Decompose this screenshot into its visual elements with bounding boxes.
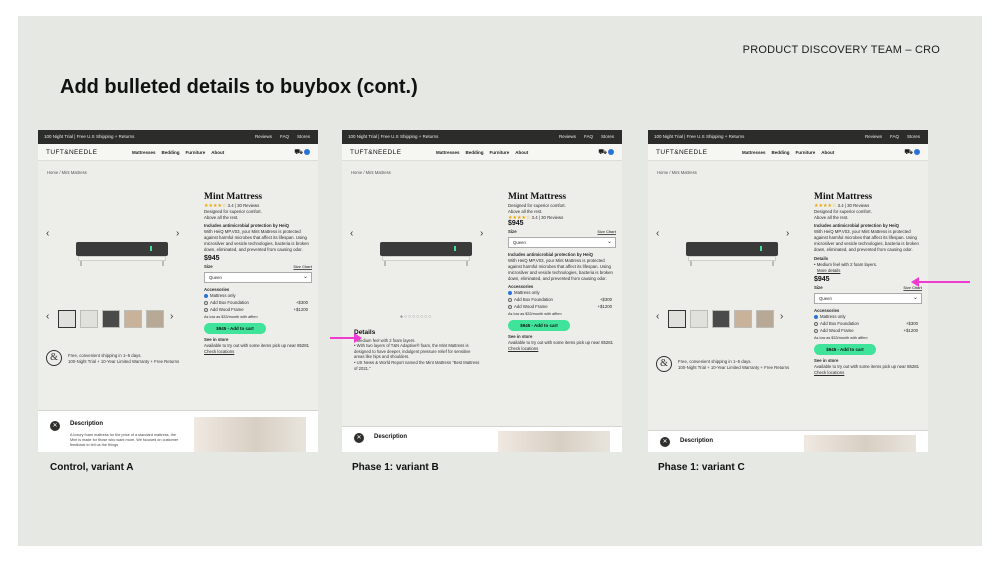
- arrow-left-icon: [911, 277, 970, 287]
- product-gallery: ‹ ›: [656, 180, 806, 290]
- description-section: ✕ Description A luxury foam mattress for…: [38, 410, 318, 452]
- cart-icon[interactable]: ⛟: [294, 148, 310, 157]
- ampersand-logo-icon: &: [656, 356, 672, 372]
- nav-furniture[interactable]: Furniture: [186, 150, 206, 155]
- add-to-cart-button[interactable]: $945 - Add to cart: [814, 344, 876, 355]
- size-select[interactable]: Queen: [508, 237, 616, 248]
- breadcrumb[interactable]: Home / Mint Mattress: [47, 170, 87, 175]
- buybox: Mint Mattress Designed for superior comf…: [508, 192, 616, 352]
- site-logo[interactable]: TUFT&NEEDLE: [656, 149, 707, 156]
- thumbnail[interactable]: [690, 310, 708, 328]
- thumbnail[interactable]: [102, 310, 120, 328]
- reviews-link[interactable]: Reviews: [255, 134, 272, 139]
- lifestyle-image: [498, 431, 610, 452]
- reviews-link[interactable]: Reviews: [559, 134, 576, 139]
- option-box-foundation[interactable]: Add Box Foundation +$300: [204, 300, 312, 307]
- site-nav: TUFT&NEEDLE Mattresses Bedding Furniture Ab…: [38, 144, 318, 161]
- screenshot-phase1-variant-c: 100 Night Trial | Free U.S Shipping + Re…: [648, 130, 928, 452]
- price: $945: [204, 255, 220, 262]
- breadcrumb[interactable]: Home / Mint Mattress: [657, 170, 697, 175]
- product-name: Mint Mattress: [204, 192, 263, 202]
- details-bullets: Details • Medium feel with 2 foam layers…: [354, 329, 482, 371]
- nav-about[interactable]: About: [211, 150, 224, 155]
- stores-link[interactable]: Stores: [601, 134, 614, 139]
- chevron-left-icon[interactable]: ‹: [350, 228, 353, 239]
- mattress-image: [686, 242, 778, 266]
- slide-title: Add bulleted details to buybox (cont.): [60, 76, 418, 98]
- close-icon[interactable]: ✕: [660, 437, 670, 447]
- thumbnail[interactable]: [58, 310, 76, 328]
- chevron-right-icon[interactable]: ›: [786, 228, 789, 239]
- faq-link[interactable]: FAQ: [584, 134, 593, 139]
- thumbnail[interactable]: [80, 310, 98, 328]
- description-section: ✕ Description: [648, 430, 928, 452]
- buybox: Mint Mattress ★★★★☆ 3.4 | 30 Reviews Des…: [204, 192, 312, 355]
- thumbnail[interactable]: [734, 310, 752, 328]
- product-gallery: ‹ ›: [46, 180, 196, 290]
- faq-link[interactable]: FAQ: [280, 134, 289, 139]
- caption-variant-b: Phase 1: variant B: [352, 462, 439, 473]
- buybox: Mint Mattress ★★★★☆ 3.4 | 30 Reviews Des…: [814, 192, 922, 376]
- thumbnail-strip: ‹ ›: [656, 308, 791, 330]
- cart-icon[interactable]: ⛟: [904, 148, 920, 157]
- promo-bar: 100 Night Trial | Free U.S Shipping + Re…: [648, 130, 928, 144]
- close-icon[interactable]: ✕: [354, 433, 364, 443]
- breadcrumb[interactable]: Home / Mint Mattress: [351, 170, 391, 175]
- details-bullet: • US News & World Report named the Mint …: [354, 359, 480, 371]
- lifestyle-image: [804, 435, 916, 452]
- stores-link[interactable]: Stores: [297, 134, 310, 139]
- chevron-left-icon[interactable]: ‹: [46, 228, 49, 239]
- site-nav: TUFT&NEEDLE Mattresses Bedding Furniture Ab…: [648, 144, 928, 161]
- cart-icon[interactable]: ⛟: [598, 148, 614, 157]
- chevron-right-icon[interactable]: ›: [176, 228, 179, 239]
- nav-bedding[interactable]: Bedding: [162, 150, 180, 155]
- chevron-right-icon[interactable]: ›: [480, 228, 483, 239]
- site-logo[interactable]: TUFT&NEEDLE: [46, 149, 97, 156]
- option-wood-frame[interactable]: Add Wood Frame +$1200: [204, 307, 312, 314]
- mattress-image: [76, 242, 168, 266]
- site-logo[interactable]: TUFT&NEEDLE: [350, 149, 401, 156]
- thumbnail[interactable]: [756, 310, 774, 328]
- caption-control: Control, variant A: [50, 462, 134, 473]
- close-icon[interactable]: ✕: [50, 421, 60, 431]
- thumbnail[interactable]: [124, 310, 142, 328]
- thumbnail[interactable]: [668, 310, 686, 328]
- check-locations-link[interactable]: Check locations: [204, 349, 312, 355]
- product-gallery: ‹ ›: [350, 180, 500, 290]
- screenshot-control-variant-a: 100 Night Trial | Free U.S Shipping + Re…: [38, 130, 318, 452]
- carousel-dots[interactable]: ●○○○○○○○: [400, 314, 432, 320]
- size-select[interactable]: Queen: [204, 272, 312, 283]
- promo-bar: 100 Night Trial | Free U.S Shipping + Re…: [38, 130, 318, 144]
- chevron-left-icon[interactable]: ‹: [46, 311, 49, 322]
- mattress-image: [380, 242, 472, 266]
- thumbnail-strip: ‹ ›: [46, 308, 181, 330]
- cart-badge: [304, 149, 310, 156]
- lifestyle-image: [194, 417, 306, 452]
- option-mattress-only[interactable]: Mattress only: [204, 293, 312, 300]
- size-select[interactable]: Queen: [814, 293, 922, 304]
- chevron-right-icon[interactable]: ›: [780, 311, 783, 322]
- details-bullet: • With two layers of T&N Adaptive® foam,…: [354, 343, 471, 360]
- promo-bar: 100 Night Trial | Free U.S Shipping + Re…: [342, 130, 622, 144]
- more-details-link[interactable]: More details: [814, 268, 922, 274]
- caption-variant-c: Phase 1: variant C: [658, 462, 745, 473]
- thumbnail[interactable]: [712, 310, 730, 328]
- ampersand-logo-icon: &: [46, 350, 62, 366]
- chevron-right-icon[interactable]: ›: [170, 311, 173, 322]
- thumbnail[interactable]: [146, 310, 164, 328]
- chevron-left-icon[interactable]: ‹: [656, 228, 659, 239]
- arrow-right-icon: [330, 333, 362, 343]
- site-nav: TUFT&NEEDLE Mattresses Bedding Furniture Ab…: [342, 144, 622, 161]
- screenshot-phase1-variant-b: 100 Night Trial | Free U.S Shipping + Re…: [342, 130, 622, 452]
- chevron-left-icon[interactable]: ‹: [656, 311, 659, 322]
- description-section: ✕ Description: [342, 426, 622, 452]
- add-to-cart-button[interactable]: $945 - Add to cart: [204, 323, 266, 334]
- nav-mattresses[interactable]: Mattresses: [132, 150, 156, 155]
- team-label: PRODUCT DISCOVERY TEAM – CRO: [742, 44, 940, 56]
- add-to-cart-button[interactable]: $945 - Add to cart: [508, 320, 570, 331]
